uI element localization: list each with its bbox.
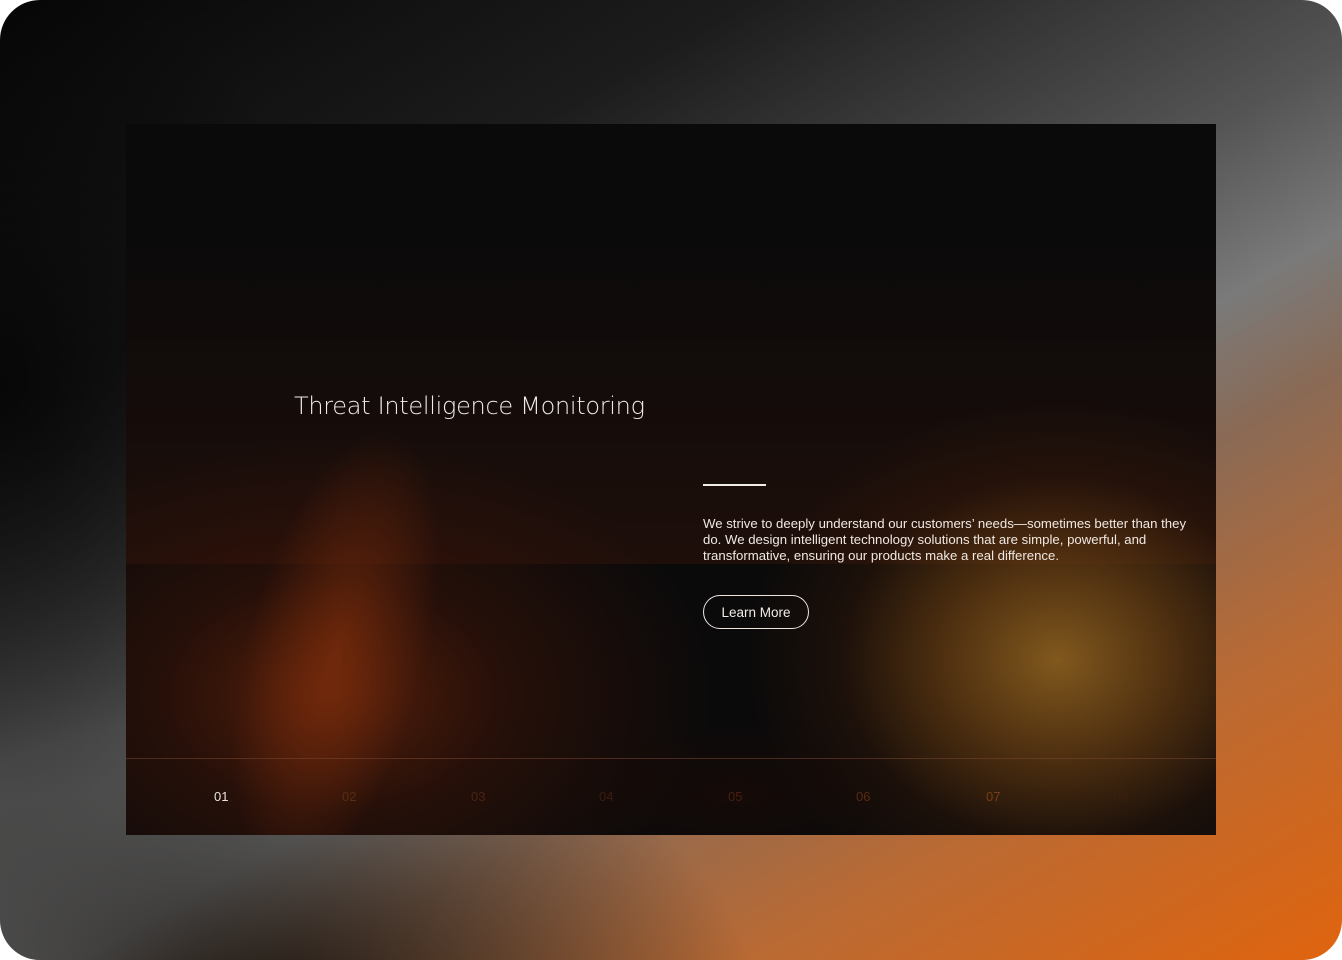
page-item-06[interactable]: 06 [856, 789, 870, 804]
page-item-07[interactable]: 07 [986, 789, 1000, 804]
slide-pager: 01 02 03 04 05 06 07 08 [126, 759, 1216, 835]
page-item-08[interactable]: 08 [1114, 789, 1128, 804]
accent-divider [703, 484, 766, 486]
hero-section: Threat Intelligence Monitoring We strive… [126, 124, 1216, 835]
page-item-02[interactable]: 02 [342, 789, 356, 804]
hero-title: Threat Intelligence Monitoring [294, 392, 645, 420]
learn-more-button[interactable]: Learn More [703, 595, 809, 629]
page-item-05[interactable]: 05 [728, 789, 742, 804]
hero-description: We strive to deeply understand our custo… [703, 516, 1187, 563]
page-item-04[interactable]: 04 [599, 789, 613, 804]
device-frame: Threat Intelligence Monitoring We strive… [0, 0, 1342, 960]
page-item-03[interactable]: 03 [471, 789, 485, 804]
page-item-01[interactable]: 01 [214, 789, 228, 804]
